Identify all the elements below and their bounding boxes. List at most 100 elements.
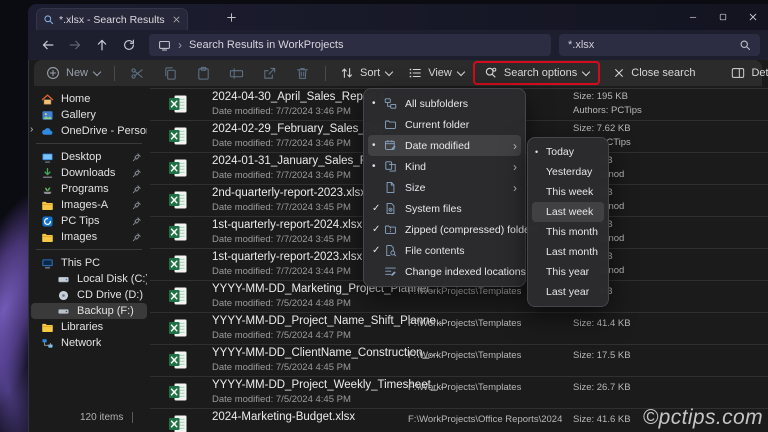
- pin-icon: [131, 216, 142, 227]
- up-button[interactable]: [95, 38, 109, 52]
- submenu-item[interactable]: Last year: [532, 282, 604, 302]
- sidebar-item[interactable]: › Backup (F:): [31, 303, 147, 319]
- menu-item[interactable]: ✓ Zipped (compressed) folders: [368, 219, 539, 240]
- sidebar-item[interactable]: › PC Tips: [31, 213, 147, 229]
- submenu-item-marker: •: [535, 147, 539, 157]
- breadcrumb-chevron-icon[interactable]: ›: [178, 39, 182, 51]
- item-icon: [57, 273, 70, 286]
- details-button[interactable]: Details: [723, 60, 768, 86]
- file-date-modified: Date modified: 7/7/2024 3:46 PM: [212, 138, 351, 149]
- menu-item-label: Current folder: [405, 118, 470, 131]
- menu-item[interactable]: ✓ File contents: [368, 240, 521, 261]
- cut-button[interactable]: [130, 66, 145, 81]
- paste-button[interactable]: [196, 66, 211, 81]
- sidebar-item[interactable]: › Programs: [31, 181, 147, 197]
- file-size: Size: 17.5 KB: [573, 350, 631, 361]
- menu-item[interactable]: • All subfolders: [368, 93, 521, 114]
- submenu-item[interactable]: Last week: [532, 202, 604, 222]
- sidebar-item[interactable]: › Local Disk (C:): [31, 271, 147, 287]
- menu-item-marker: ✓: [372, 224, 381, 235]
- item-icon: [41, 231, 54, 244]
- file-authors: Authors: PCTips: [573, 105, 642, 116]
- excel-file-icon: [168, 286, 188, 306]
- sidebar-item[interactable]: › Libraries: [31, 319, 147, 335]
- submenu-item[interactable]: This month: [532, 222, 604, 242]
- tab-title: *.xlsx - Search Results in Work: [59, 13, 167, 26]
- sidebar-item[interactable]: › Images-A: [31, 197, 147, 213]
- close-button[interactable]: [748, 12, 758, 22]
- file-row[interactable]: YYYY-MM-DD_Project_Name_Shift_Planne... …: [150, 313, 768, 345]
- tab-close-icon[interactable]: [172, 15, 181, 24]
- item-icon: [41, 93, 54, 106]
- refresh-button[interactable]: [122, 38, 136, 52]
- menu-item-icon: [384, 223, 397, 236]
- sidebar-item[interactable]: › OneDrive - Personal: [30, 123, 147, 139]
- menu-item[interactable]: ✓ System files: [368, 198, 521, 219]
- sidebar-item[interactable]: › Downloads: [31, 165, 147, 181]
- submenu-item[interactable]: This year: [532, 262, 604, 282]
- menu-item[interactable]: • Kind ›: [368, 156, 521, 177]
- search-options-menu: • All subfolders Current folder • Date m…: [363, 88, 539, 287]
- file-size: Size: 41.4 KB: [573, 318, 631, 329]
- new-tab-button[interactable]: [226, 12, 237, 23]
- breadcrumb[interactable]: › Search Results in WorkProjects: [149, 34, 551, 56]
- submenu-item[interactable]: Yesterday: [532, 162, 604, 182]
- search-input[interactable]: *.xlsx: [559, 34, 760, 56]
- menu-item-label: Change indexed locations: [405, 265, 526, 278]
- sidebar-item[interactable]: › This PC: [31, 255, 147, 271]
- delete-button[interactable]: [295, 66, 310, 81]
- sidebar-item-label: Gallery: [61, 109, 96, 121]
- sidebar-item[interactable]: › Network: [31, 335, 147, 351]
- back-button[interactable]: [41, 38, 55, 52]
- chevron-down-icon: [456, 67, 466, 77]
- navigation-pane: › Home › Gallery › OneDrive - Personal: [28, 91, 150, 406]
- sort-button[interactable]: Sort: [332, 60, 400, 86]
- menu-item-marker: •: [372, 161, 376, 172]
- expand-chevron-icon[interactable]: ›: [30, 124, 33, 135]
- file-size: Size: 41.6 KB: [573, 414, 631, 425]
- menu-item[interactable]: • Date modified ›: [368, 135, 521, 156]
- file-row[interactable]: YYYY-MM-DD_Project_Weekly_Timesheet_... …: [150, 377, 768, 409]
- menu-item[interactable]: Change indexed locations: [368, 261, 526, 282]
- menu-item-marker: ✓: [372, 203, 381, 214]
- item-icon: [41, 215, 54, 228]
- file-size: Size: 195 KB: [573, 91, 628, 102]
- submenu-item[interactable]: • Today: [532, 142, 604, 162]
- sidebar-item[interactable]: › Desktop: [31, 149, 147, 165]
- view-label: View: [428, 67, 452, 79]
- menu-item-label: File contents: [405, 244, 465, 257]
- desktop: *.xlsx - Search Results in Work: [0, 0, 768, 432]
- copy-button[interactable]: [163, 66, 178, 81]
- sidebar-item[interactable]: › CD Drive (D:): [31, 287, 147, 303]
- close-search-label: Close search: [631, 67, 696, 79]
- rename-button[interactable]: [229, 66, 244, 81]
- explorer-tab[interactable]: *.xlsx - Search Results in Work: [36, 8, 188, 30]
- search-icon[interactable]: [739, 39, 751, 51]
- item-icon: [41, 151, 54, 164]
- forward-button[interactable]: [68, 38, 82, 52]
- chevron-down-icon: [92, 67, 102, 77]
- search-options-button[interactable]: Search options: [472, 60, 601, 86]
- excel-file-icon: [168, 350, 188, 370]
- submenu-item-label: This month: [546, 226, 598, 238]
- status-divider: [132, 412, 134, 423]
- sidebar-item[interactable]: › Gallery: [31, 107, 147, 123]
- nav-buttons: [41, 38, 136, 52]
- view-button[interactable]: View: [400, 60, 472, 86]
- menu-item-marker: •: [372, 140, 376, 151]
- file-date-modified: Date modified: 7/7/2024 3:45 PM: [212, 234, 351, 245]
- menu-item[interactable]: Current folder: [368, 114, 521, 135]
- minimize-button[interactable]: [688, 12, 698, 22]
- menu-item[interactable]: Size ›: [368, 177, 521, 198]
- file-date-modified: Date modified: 7/5/2024 4:45 PM: [212, 362, 351, 373]
- close-search-button[interactable]: Close search: [605, 60, 703, 86]
- submenu-item[interactable]: This week: [532, 182, 604, 202]
- new-button[interactable]: New: [38, 60, 108, 86]
- sidebar-item[interactable]: › Home: [31, 91, 147, 107]
- sidebar-item[interactable]: › Images: [31, 229, 147, 245]
- file-path: F:\WorkProjects\Templates: [408, 318, 522, 329]
- submenu-item[interactable]: Last month: [532, 242, 604, 262]
- maximize-button[interactable]: [718, 12, 728, 22]
- share-button[interactable]: [262, 66, 277, 81]
- file-row[interactable]: YYYY-MM-DD_ClientName_Construction_... D…: [150, 345, 768, 377]
